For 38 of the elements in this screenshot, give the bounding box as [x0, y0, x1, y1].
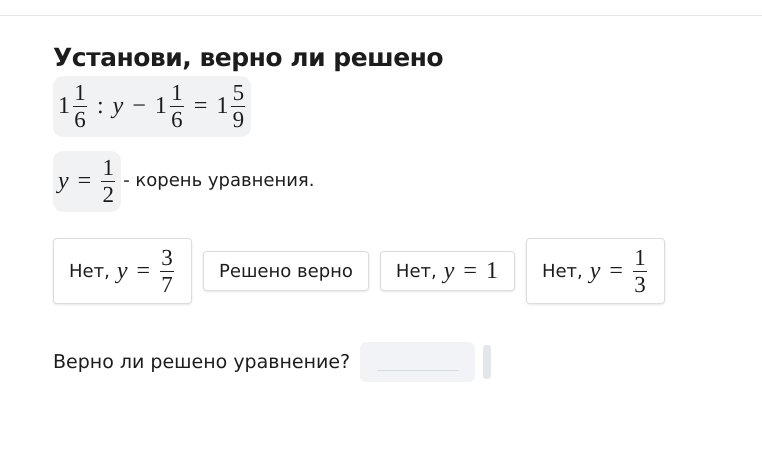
math-operator: =: [609, 258, 623, 284]
numerator: 5: [232, 80, 244, 106]
math-number: 1: [154, 93, 167, 120]
math-variable: y: [58, 168, 69, 195]
numerator: 1: [171, 80, 183, 106]
option-text: Нет,: [69, 260, 110, 282]
option-text: Нет,: [396, 260, 437, 282]
math-variable: y: [444, 258, 454, 284]
numerator: 1: [634, 244, 646, 270]
math-operator: :: [97, 93, 104, 120]
root-statement: - корень уравнения.: [123, 170, 314, 191]
denominator: 6: [171, 107, 183, 133]
denominator: 7: [161, 272, 173, 298]
denominator: 6: [74, 107, 86, 133]
math-operator: =: [463, 258, 477, 284]
numerator: 1: [102, 155, 114, 181]
math-operator: =: [78, 168, 92, 195]
math-number: 1: [58, 93, 70, 120]
math-variable: y: [590, 258, 600, 284]
math-number: 1: [216, 93, 228, 120]
math-variable: y: [112, 93, 124, 120]
task-title: Установи, верно ли решено: [53, 42, 444, 74]
math-operator: =: [194, 93, 208, 120]
option-text: Нет,: [542, 260, 583, 282]
denominator: 9: [232, 107, 244, 133]
denominator: 2: [102, 182, 114, 208]
math-operator: =: [136, 258, 150, 284]
answer-option[interactable]: Решено верно: [203, 251, 369, 291]
numerator: 3: [161, 244, 173, 270]
math-variable: y: [116, 258, 128, 284]
numerator: 1: [74, 80, 86, 106]
denominator: 3: [634, 272, 646, 298]
question-text: Верно ли решено уравнение?: [53, 351, 350, 373]
answer-option[interactable]: Нет, y = 1: [380, 251, 515, 291]
math-number: 1: [486, 258, 498, 284]
answer-drop-field[interactable]: [360, 342, 476, 382]
drag-handle[interactable]: [483, 345, 492, 379]
math-operator: −: [132, 93, 146, 120]
